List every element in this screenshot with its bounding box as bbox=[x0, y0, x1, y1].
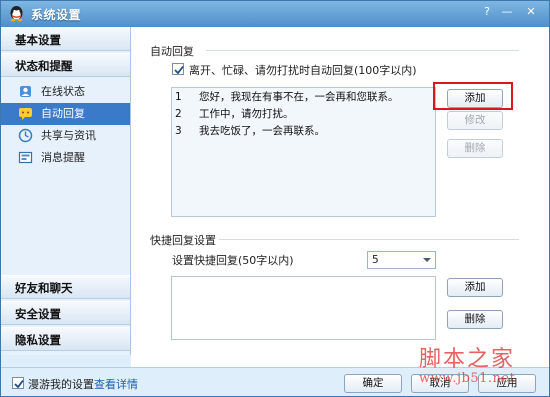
sidebar-item-message-alert[interactable]: 消息提醒 bbox=[1, 147, 130, 169]
delete-reply-button[interactable]: 删除 bbox=[447, 139, 503, 158]
minimize-button[interactable]: — bbox=[499, 4, 515, 20]
sidebar-group-status[interactable]: 状态和提醒 bbox=[1, 53, 130, 77]
sidebar-group-privacy[interactable]: 隐私设置 bbox=[1, 327, 130, 351]
auto-reply-list[interactable]: 1 您好，我现在有事不在，一会再和您联系。 2 工作中，请勿打扰。 3 我去吃饭… bbox=[171, 87, 436, 217]
auto-reply-enable-label: 离开、忙碌、请勿打扰时自动回复(100字以内) bbox=[189, 64, 417, 77]
reply-text: 我去吃饭了，一会再联系。 bbox=[199, 125, 325, 137]
reply-number: 1 bbox=[175, 91, 182, 103]
qq-logo-icon bbox=[10, 6, 23, 22]
section-divider bbox=[206, 50, 519, 51]
sidebar-item-label: 自动回复 bbox=[41, 107, 85, 120]
reply-number: 3 bbox=[175, 125, 182, 137]
reply-number: 2 bbox=[175, 108, 182, 120]
title-bar[interactable]: 系统设置 ? — ✕ bbox=[1, 1, 549, 27]
list-item[interactable]: 2 工作中，请勿打扰。 bbox=[172, 106, 435, 123]
reply-text: 您好，我现在有事不在，一会再和您联系。 bbox=[199, 91, 399, 103]
watermark-url: www.jb51.net bbox=[419, 371, 516, 386]
settings-window: 系统设置 ? — ✕ 基本设置 状态和提醒 在线状态 自动回复 共享与资讯 消息… bbox=[0, 0, 550, 397]
sidebar-group-friends-chat[interactable]: 好友和聊天 bbox=[1, 275, 130, 299]
add-quick-reply-button[interactable]: 添加 bbox=[447, 278, 503, 297]
window-title: 系统设置 bbox=[31, 8, 82, 22]
reply-text: 工作中，请勿打扰。 bbox=[199, 108, 294, 120]
auto-reply-checkbox[interactable] bbox=[172, 63, 184, 75]
sidebar-item-auto-reply[interactable]: 自动回复 bbox=[1, 103, 130, 125]
roam-settings-checkbox[interactable] bbox=[12, 377, 24, 389]
select-value: 5 bbox=[372, 254, 379, 266]
auto-reply-icon bbox=[19, 108, 32, 120]
watermark: 脚本之家 www.jb51.net bbox=[419, 341, 515, 386]
highlight-box bbox=[433, 82, 513, 110]
sidebar-group-basic[interactable]: 基本设置 bbox=[1, 27, 130, 51]
section-divider bbox=[219, 239, 519, 240]
chevron-down-icon bbox=[423, 258, 431, 262]
sidebar-item-online-status[interactable]: 在线状态 bbox=[1, 81, 130, 103]
quick-reply-setting-label: 设置快捷回复(50字以内) bbox=[172, 254, 294, 267]
sidebar-item-label: 消息提醒 bbox=[41, 151, 85, 164]
ok-button[interactable]: 确定 bbox=[344, 374, 402, 393]
help-button[interactable]: ? bbox=[479, 4, 495, 20]
quick-reply-list[interactable] bbox=[171, 276, 436, 340]
roam-settings-label: 漫游我的设置 bbox=[28, 378, 94, 391]
sidebar: 基本设置 状态和提醒 在线状态 自动回复 共享与资讯 消息提醒 好友和聊天 安全… bbox=[1, 27, 131, 355]
message-alert-icon bbox=[18, 151, 33, 164]
quick-reply-count-select[interactable]: 5 bbox=[367, 251, 436, 269]
list-item[interactable]: 3 我去吃饭了，一会再联系。 bbox=[172, 123, 435, 140]
sidebar-item-share[interactable]: 共享与资讯 bbox=[1, 125, 130, 147]
sidebar-item-label: 共享与资讯 bbox=[41, 129, 96, 142]
delete-quick-reply-button[interactable]: 删除 bbox=[447, 310, 503, 329]
auto-reply-section-title: 自动回复 bbox=[150, 45, 194, 58]
share-icon bbox=[18, 128, 33, 143]
checkmark-icon bbox=[174, 65, 184, 75]
watermark-title: 脚本之家 bbox=[419, 347, 516, 372]
view-details-link[interactable]: 查看详情 bbox=[94, 376, 138, 392]
edit-reply-button[interactable]: 修改 bbox=[447, 111, 503, 130]
list-item[interactable]: 1 您好，我现在有事不在，一会再和您联系。 bbox=[172, 89, 435, 106]
quick-reply-section-title: 快捷回复设置 bbox=[150, 234, 216, 247]
online-status-icon bbox=[20, 86, 31, 97]
sidebar-item-label: 在线状态 bbox=[41, 85, 85, 98]
checkmark-icon bbox=[14, 379, 24, 389]
sidebar-group-security[interactable]: 安全设置 bbox=[1, 301, 130, 325]
close-button[interactable]: ✕ bbox=[519, 4, 543, 20]
